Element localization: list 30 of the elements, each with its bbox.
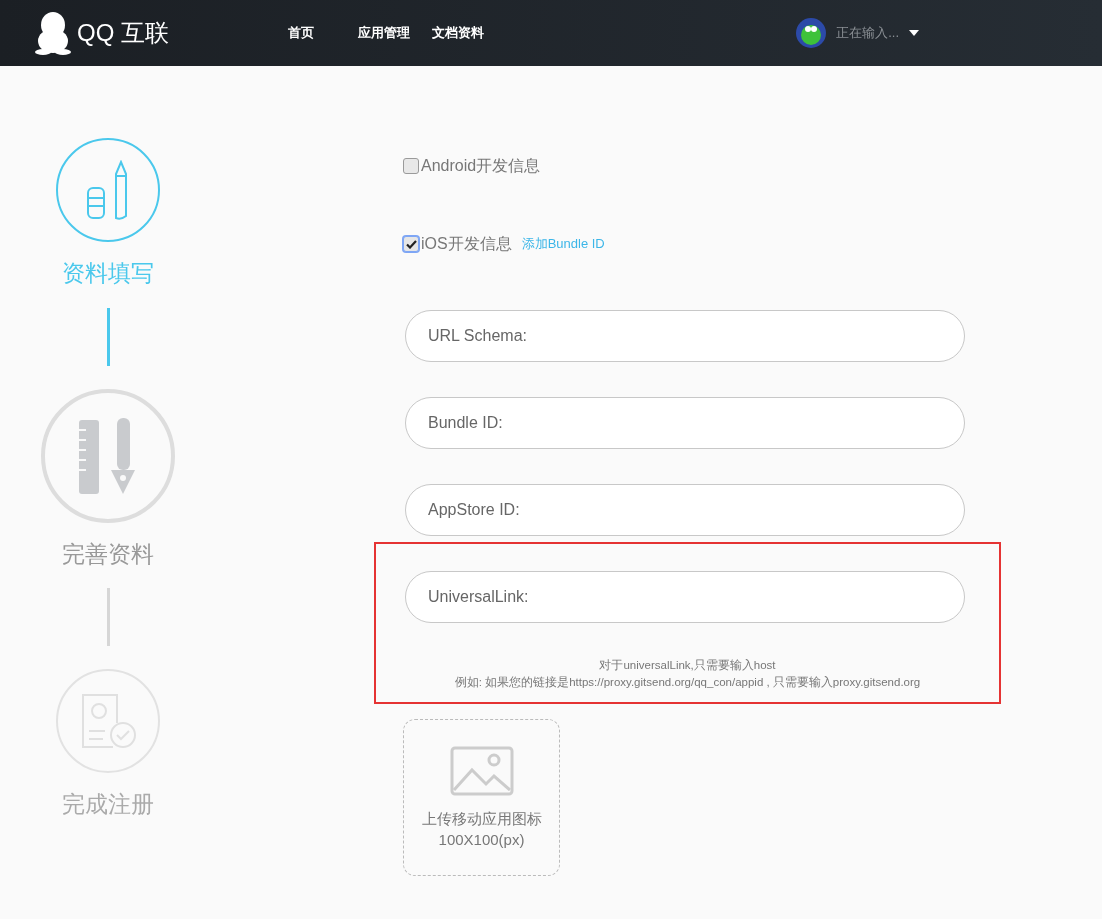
- caret-icon[interactable]: [909, 30, 919, 36]
- checkbox-label: iOS开发信息: [421, 234, 512, 254]
- user-name[interactable]: 正在输入...: [836, 23, 899, 43]
- nav-link[interactable]: 文档资料: [432, 23, 484, 43]
- upload-caption: 100X100(px): [438, 829, 525, 850]
- step-connector: [106, 307, 110, 366]
- platform-checkbox[interactable]: [403, 158, 419, 174]
- checkmark-icon: [405, 239, 417, 249]
- logo-text: QQ 互联: [77, 18, 169, 48]
- penguin-logo-icon: [34, 11, 72, 55]
- step-label: 完成注册: [62, 790, 154, 819]
- step-label: 完善资料: [62, 539, 154, 569]
- hint-text: 对于universalLink,只需要输入host: [599, 658, 776, 673]
- step-connector: [106, 588, 110, 646]
- avatar-icon: [796, 18, 827, 48]
- icon-upload-area[interactable]: 上传移动应用图标 100X100(px): [403, 719, 560, 876]
- text-field[interactable]: Bundle ID:: [405, 397, 965, 449]
- text-field[interactable]: AppStore ID:: [405, 484, 965, 536]
- text-field[interactable]: UniversalLink:: [405, 571, 965, 623]
- step-label: 资料填写: [62, 259, 154, 288]
- upload-caption: 上传移动应用图标: [421, 808, 542, 829]
- checkbox-label: Android开发信息: [421, 156, 541, 176]
- nav-link[interactable]: 应用管理: [358, 23, 410, 43]
- eraser-pencil-icon: [86, 160, 130, 220]
- platform-checkbox[interactable]: [403, 236, 419, 252]
- text-field[interactable]: URL Schema:: [405, 310, 965, 362]
- nav-link[interactable]: 首页: [288, 23, 314, 43]
- hint-text: 例如: 如果您的链接是https://proxy.gitsend.org/qq_con/appid , 只需要输入proxy.gitsend.org: [454, 675, 921, 690]
- document-check-icon: [79, 693, 137, 749]
- image-icon: [449, 745, 514, 796]
